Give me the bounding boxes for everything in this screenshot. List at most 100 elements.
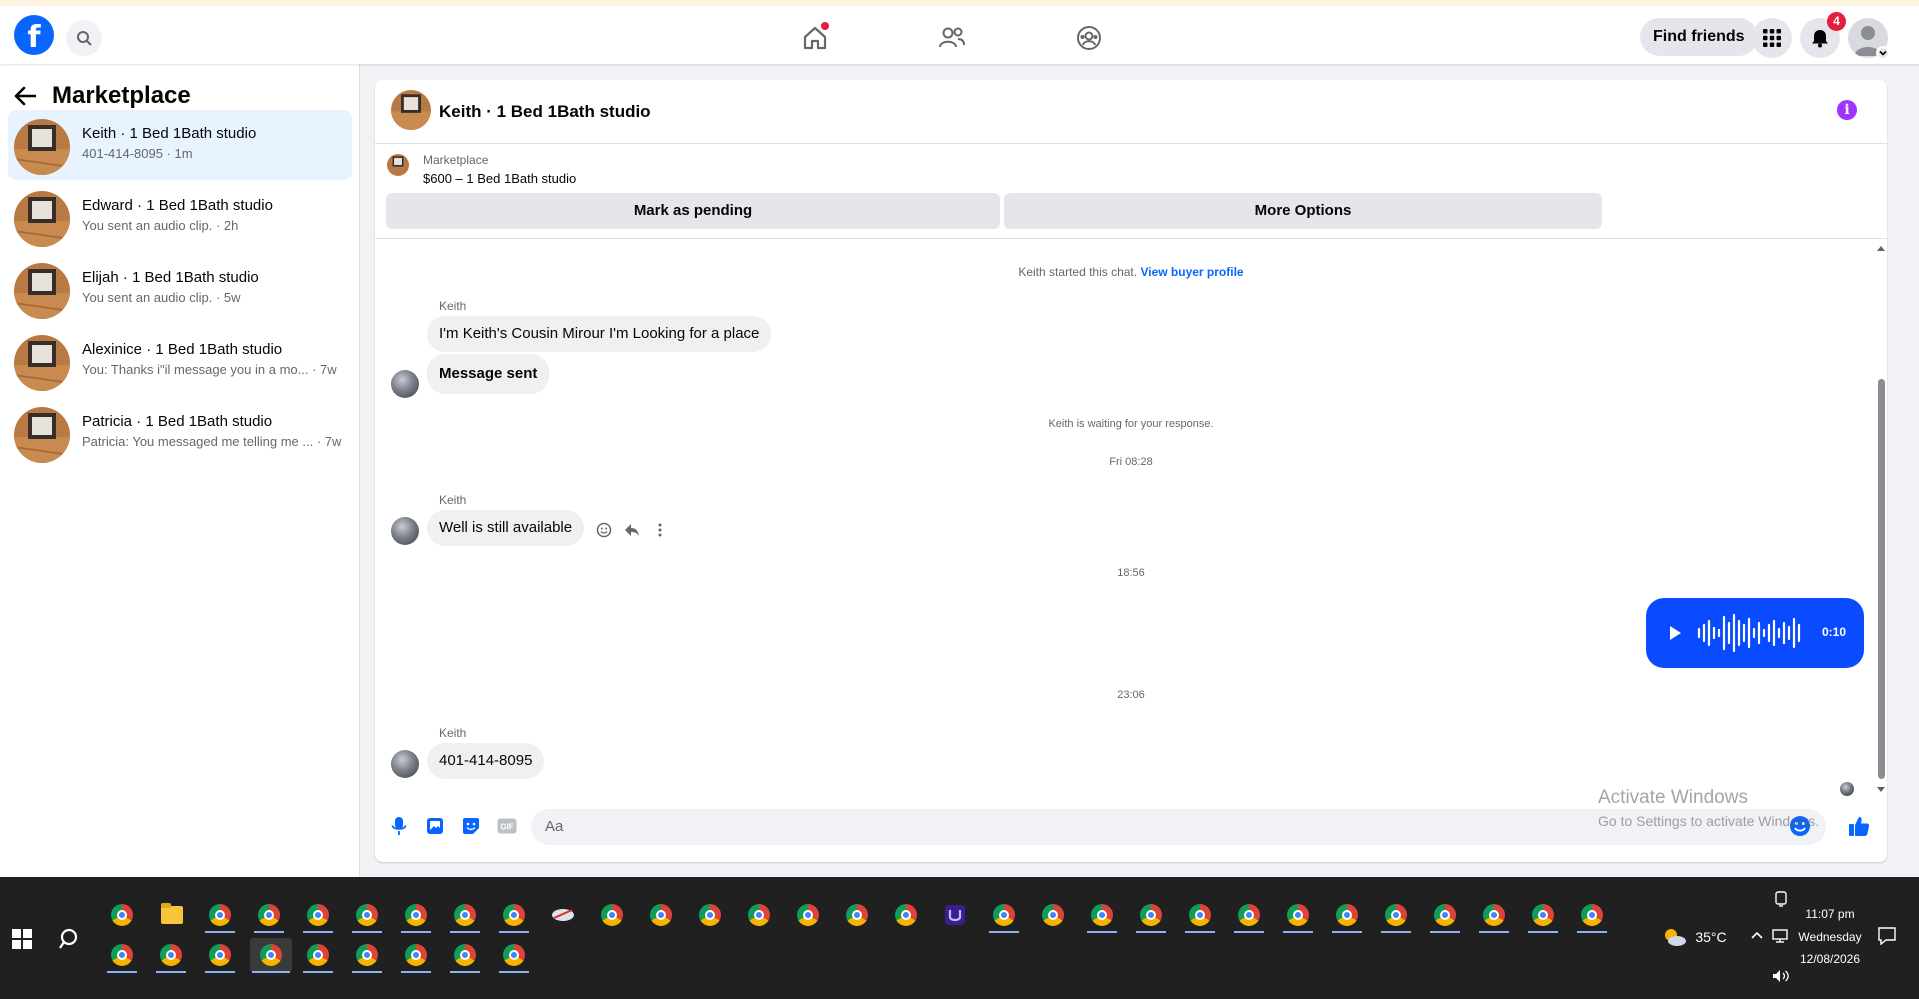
listing-summary[interactable]: Marketplace $600 – 1 Bed 1Bath studio [375,144,1887,186]
reply-button[interactable] [623,521,641,539]
taskbar-chrome[interactable] [644,898,678,932]
more-options-button[interactable]: More Options [1004,193,1602,229]
chrome-icon [1483,904,1505,926]
taskbar-chrome[interactable] [791,898,825,932]
active-indicator [1283,931,1313,933]
incoming-message[interactable]: Message sent [427,354,550,394]
taskbar-chrome[interactable] [497,938,531,973]
tray-show-hidden[interactable] [1750,929,1764,946]
conversation-item[interactable]: Elijah · 1 Bed 1Bath studio You sent an … [8,254,352,324]
chat-title[interactable]: Keith · 1 Bed 1Bath studio [439,102,651,122]
conversation-item[interactable]: Alexinice · 1 Bed 1Bath studio You: Than… [8,326,352,396]
sender-avatar[interactable] [391,517,419,545]
taskbar-chrome[interactable] [154,938,188,973]
taskbar-chrome[interactable] [301,898,335,933]
incoming-message[interactable]: I'm Keith's Cousin Mirour I'm Looking fo… [427,316,772,352]
taskbar-chrome[interactable] [448,898,482,933]
info-icon[interactable]: i [1837,100,1857,120]
taskbar-chrome[interactable] [595,898,629,932]
scrollbar-thumb[interactable] [1878,379,1885,779]
tray-device-icon[interactable] [1774,891,1788,910]
tray-network[interactable] [1772,929,1788,946]
taskbar-chrome[interactable] [693,898,727,932]
nav-home[interactable] [797,20,833,56]
start-button[interactable] [12,929,32,949]
menu-button[interactable] [1752,18,1792,58]
voice-clip-button[interactable] [388,815,410,837]
taskbar-chrome[interactable] [399,938,433,973]
find-friends-button[interactable]: Find friends [1640,18,1758,56]
chrome-icon [1042,904,1064,926]
account-caret[interactable] [1876,46,1890,60]
mark-as-pending-button[interactable]: Mark as pending [386,193,1000,229]
taskbar-file-explorer[interactable] [155,898,189,932]
taskbar-chrome[interactable] [1526,898,1560,933]
sender-avatar[interactable] [391,370,419,398]
incoming-message[interactable]: Well is still available [427,510,585,546]
sticker-button[interactable] [460,815,482,837]
taskbar-chrome[interactable] [301,938,335,973]
taskbar-chrome[interactable] [1232,898,1266,933]
clock[interactable]: 11:07 pm [1800,907,1860,921]
back-arrow-icon[interactable] [14,86,36,106]
taskbar-chrome[interactable] [350,938,384,973]
taskbar-chrome[interactable] [742,898,776,932]
taskbar-chrome[interactable] [1575,898,1609,933]
weather-widget[interactable]: 35°C [1662,926,1727,948]
taskbar-chrome[interactable] [1330,898,1364,933]
active-indicator [205,971,235,973]
active-indicator [1136,931,1166,933]
incoming-message[interactable]: 401-414-8095 [427,743,545,779]
taskbar-chrome[interactable] [399,898,433,933]
taskbar-app[interactable] [938,898,972,932]
taskbar-chrome[interactable] [350,898,384,933]
scroll-up-arrow[interactable] [1877,246,1885,251]
taskbar-chrome[interactable] [105,938,139,973]
nav-groups[interactable] [1071,20,1107,56]
taskbar-chrome[interactable] [497,898,531,933]
notification-center-button[interactable] [1878,927,1896,948]
conversation-item[interactable]: Edward · 1 Bed 1Bath studio You sent an … [8,182,352,252]
taskbar-search-button[interactable] [58,926,84,952]
react-button[interactable] [595,521,613,539]
taskbar-chrome[interactable] [840,898,874,932]
facebook-logo[interactable]: f [14,15,54,55]
taskbar-chrome[interactable] [1428,898,1462,933]
attach-photo-button[interactable] [424,815,446,837]
outgoing-audio-clip[interactable]: 0:10 [1646,598,1864,668]
like-button[interactable] [1848,815,1870,837]
chat-listing-thumbnail[interactable] [391,90,431,130]
taskbar-chrome[interactable] [1379,898,1413,933]
chevron-down-icon [1879,50,1887,56]
sender-avatar[interactable] [391,750,419,778]
tray-volume[interactable] [1772,969,1790,986]
taskbar-chrome[interactable] [448,938,482,973]
scroll-down-arrow[interactable] [1877,787,1885,792]
search-button[interactable] [66,20,102,56]
taskbar-chrome[interactable] [203,938,237,973]
conversation-item[interactable]: Keith · 1 Bed 1Bath studio 401-414-8095 … [8,110,352,180]
taskbar-chrome[interactable] [252,898,286,933]
play-icon[interactable] [1668,625,1682,641]
view-buyer-profile-link[interactable]: View buyer profile [1140,265,1243,279]
taskbar-chrome-active[interactable] [250,938,292,973]
taskbar-chrome[interactable] [1085,898,1119,933]
more-button[interactable] [651,521,669,539]
conversation-item[interactable]: Patricia · 1 Bed 1Bath studio Patricia: … [8,398,352,468]
message-scrollbar[interactable] [1875,244,1887,792]
taskbar-chrome[interactable] [1183,898,1217,933]
taskbar-chrome[interactable] [889,898,923,932]
taskbar-chrome[interactable] [1134,898,1168,933]
taskbar-chrome[interactable] [1036,898,1070,932]
notifications-button[interactable]: 4 [1800,12,1846,58]
taskbar-chrome[interactable] [203,898,237,933]
taskbar-chrome[interactable] [1477,898,1511,933]
chrome-icon [356,944,378,966]
taskbar-chrome[interactable] [1281,898,1315,933]
gif-button[interactable]: GIF [496,815,518,837]
chrome-icon [503,944,525,966]
taskbar-chrome[interactable] [105,898,139,932]
taskbar-chrome[interactable] [987,898,1021,933]
nav-friends[interactable] [934,20,970,56]
taskbar-app[interactable] [546,898,580,932]
